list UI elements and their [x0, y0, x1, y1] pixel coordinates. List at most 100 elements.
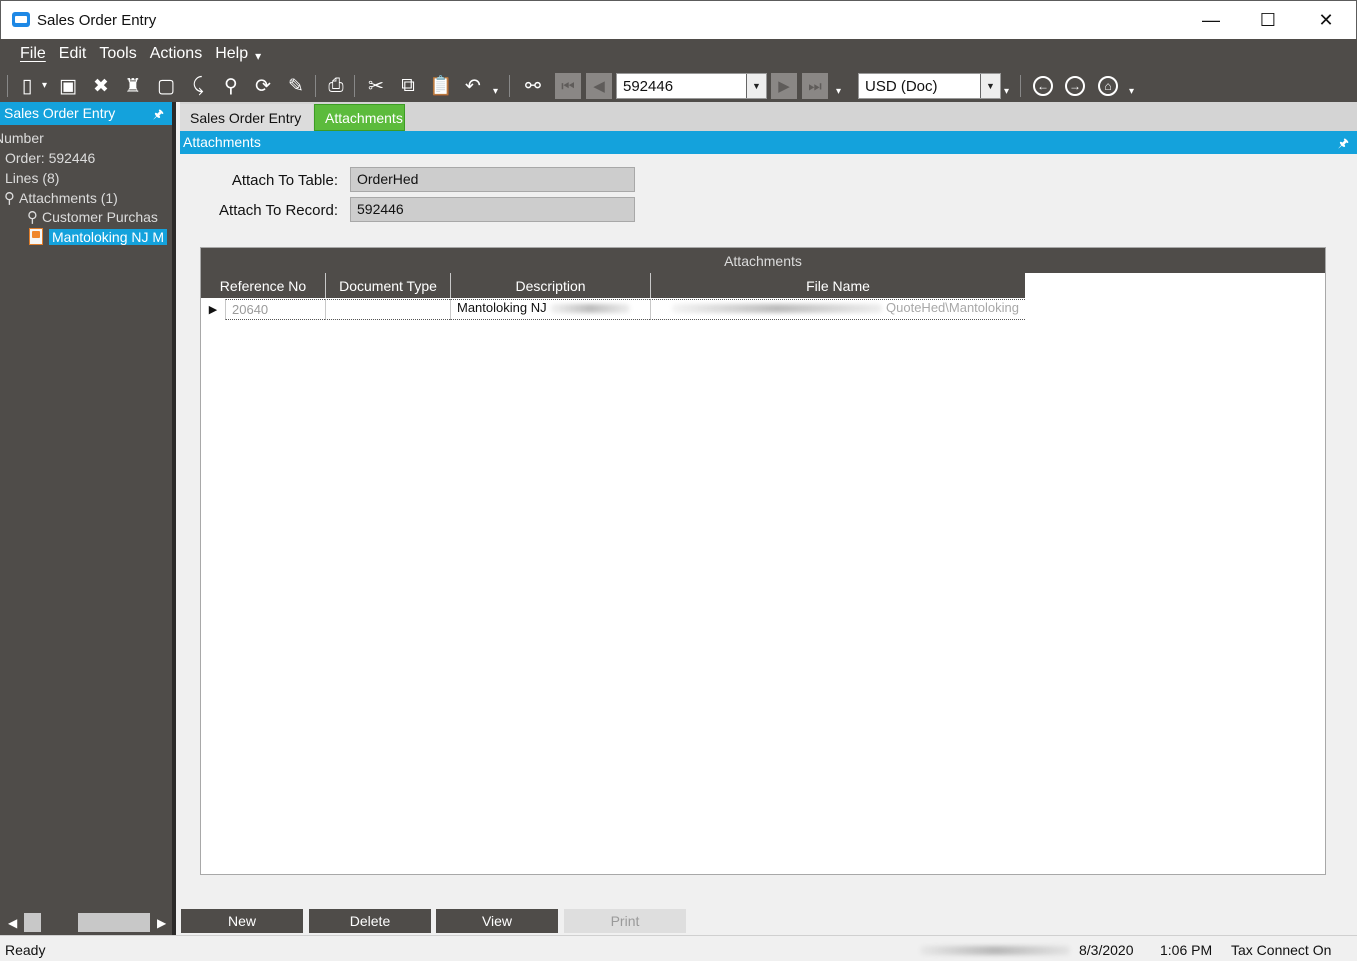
menu-tools[interactable]: Tools: [99, 45, 136, 63]
scroll-thumb[interactable]: [24, 913, 41, 932]
new-button[interactable]: New: [181, 909, 303, 933]
minimize-button[interactable]: —: [1182, 1, 1240, 40]
column-header-file-name[interactable]: File Name: [650, 273, 1025, 298]
memo-icon[interactable]: ▢: [153, 74, 179, 98]
menu-actions[interactable]: Actions: [150, 45, 202, 63]
record-selector[interactable]: 592446 ▼: [616, 73, 767, 99]
paperclip-icon: ⚲: [4, 190, 15, 207]
column-header-description[interactable]: Description: [450, 273, 650, 298]
status-date: 8/3/2020: [1079, 942, 1134, 958]
home-icon[interactable]: ⌂: [1098, 76, 1118, 96]
attachments-grid[interactable]: Attachments Reference No Document Type D…: [200, 247, 1326, 875]
tree-item-customer-purchase-label: Customer Purchas: [42, 209, 158, 225]
menu-edit[interactable]: Edit: [59, 45, 87, 63]
tree-view-header: Sales Order Entry 🖈: [0, 102, 172, 125]
tree-item-lines[interactable]: Lines (8): [5, 170, 59, 186]
cell-reference-no[interactable]: 20640: [225, 299, 325, 320]
search-binoculars-icon[interactable]: ⚯: [520, 74, 546, 98]
scroll-right-icon[interactable]: ▶: [157, 916, 166, 930]
title-bar: Sales Order Entry — ☐ ✕: [0, 0, 1357, 39]
attachment-icon[interactable]: ⚲: [218, 74, 244, 98]
pdf-file-icon: [29, 228, 43, 245]
attach-to-record-field[interactable]: 592446: [350, 197, 635, 222]
cell-document-type[interactable]: [325, 299, 450, 320]
tree-item-order[interactable]: Order: 592446: [5, 150, 95, 166]
attach-to-record-label: Attach To Record:: [219, 202, 338, 219]
attach-to-table-field[interactable]: OrderHed: [350, 167, 635, 192]
tree-item-attachment-file[interactable]: Mantoloking NJ M: [29, 228, 168, 245]
toolbar-grip: [7, 75, 8, 97]
print-icon[interactable]: ⎙: [323, 74, 349, 98]
paste-icon[interactable]: 📋: [428, 74, 454, 98]
status-tax-connect: Tax Connect On: [1231, 942, 1332, 958]
menu-overflow-icon[interactable]: ▾: [255, 49, 261, 63]
copy-icon[interactable]: ⧉: [395, 74, 421, 98]
chevron-down-icon[interactable]: ▼: [746, 74, 766, 98]
attachments-panel: Attach To Table: OrderHed Attach To Reco…: [180, 154, 1357, 935]
window-title: Sales Order Entry: [37, 12, 157, 29]
tree-item-attachments[interactable]: ⚲ Attachments (1): [4, 189, 118, 207]
grid-caption: Attachments: [201, 248, 1325, 273]
save-icon[interactable]: ▣: [55, 74, 81, 98]
clear-icon[interactable]: ✎: [283, 74, 309, 98]
new-dropdown-icon[interactable]: ▾: [42, 80, 47, 91]
close-button[interactable]: ✕: [1297, 1, 1355, 40]
menu-help[interactable]: Help: [215, 45, 248, 63]
redacted-region: [920, 946, 1070, 955]
column-header-reference-no[interactable]: Reference No: [201, 273, 325, 298]
undo-icon[interactable]: ↶: [460, 74, 486, 98]
hook-icon[interactable]: ⤹: [185, 74, 211, 98]
next-record-icon[interactable]: ▶: [771, 73, 797, 99]
attach-to-table-label: Attach To Table:: [231, 172, 338, 189]
scroll-left-icon[interactable]: ◀: [8, 916, 17, 930]
table-row[interactable]: ▶ 20640 Mantoloking NJ QuoteHed\Mantolok…: [201, 299, 1025, 320]
nav-dropdown-icon[interactable]: ▾: [836, 86, 841, 97]
cell-file-name-text: QuoteHed\Mantoloking: [886, 300, 1019, 315]
previous-record-icon[interactable]: ◀: [586, 73, 612, 99]
tree-item-attachment-file-label: Mantoloking NJ M: [49, 229, 168, 245]
column-header-document-type[interactable]: Document Type: [325, 273, 450, 298]
tab-sales-order-entry[interactable]: Sales Order Entry: [180, 104, 313, 131]
refresh-icon[interactable]: ⟳: [250, 74, 276, 98]
delete-icon[interactable]: ✖: [88, 74, 114, 98]
toolbar-separator: [509, 75, 510, 97]
pin-icon[interactable]: 🖈: [153, 105, 164, 126]
row-selector-icon[interactable]: ▶: [201, 299, 225, 320]
delete-button[interactable]: Delete: [309, 909, 431, 933]
menu-bar: File Edit Tools Actions Help ▾: [0, 39, 1357, 69]
toolbar-separator: [1020, 75, 1021, 97]
back-icon[interactable]: ←: [1033, 76, 1053, 96]
maximize-button[interactable]: ☐: [1239, 1, 1297, 40]
forward-icon[interactable]: →: [1065, 76, 1085, 96]
status-time: 1:06 PM: [1160, 942, 1213, 958]
currency-selector[interactable]: USD (Doc) ▼: [858, 73, 1001, 99]
toolbar-overflow-icon[interactable]: ▾: [1129, 86, 1134, 97]
currency-dropdown-icon[interactable]: ▾: [1004, 86, 1009, 97]
tree-item-customer-purchase[interactable]: ⚲ Customer Purchas: [27, 208, 158, 226]
first-record-icon[interactable]: ⏮: [555, 73, 581, 99]
tab-attachments[interactable]: Attachments: [314, 104, 405, 131]
app-icon: [12, 12, 30, 27]
toolbar-separator: [315, 75, 316, 97]
view-button[interactable]: View: [436, 909, 558, 933]
tab-strip: Sales Order Entry Attachments: [180, 102, 1357, 131]
undo-dropdown-icon[interactable]: ▾: [493, 86, 498, 97]
pin-icon[interactable]: 🖈: [1338, 134, 1349, 155]
last-record-icon[interactable]: ⏭: [802, 73, 828, 99]
cell-file-name[interactable]: QuoteHed\Mantoloking: [650, 299, 1025, 320]
cell-description[interactable]: Mantoloking NJ: [450, 299, 650, 320]
tree-item-number[interactable]: Number: [0, 130, 44, 146]
print-button[interactable]: Print: [564, 909, 686, 933]
cut-icon[interactable]: ✂: [363, 74, 389, 98]
cell-description-text: Mantoloking NJ: [457, 300, 547, 315]
tree-view-pane: Sales Order Entry 🖈 Number Order: 592446…: [0, 102, 176, 935]
customer-icon[interactable]: ♜: [120, 74, 146, 98]
tree-horizontal-scrollbar[interactable]: ◀ ▶: [0, 910, 172, 935]
paperclip-icon: ⚲: [27, 209, 38, 226]
menu-file[interactable]: File: [20, 45, 46, 63]
new-icon[interactable]: ▯: [14, 74, 40, 98]
scroll-track-segment[interactable]: [78, 913, 150, 932]
status-state: Ready: [5, 942, 46, 958]
chevron-down-icon[interactable]: ▼: [980, 74, 1000, 98]
redacted-region: [672, 304, 883, 314]
